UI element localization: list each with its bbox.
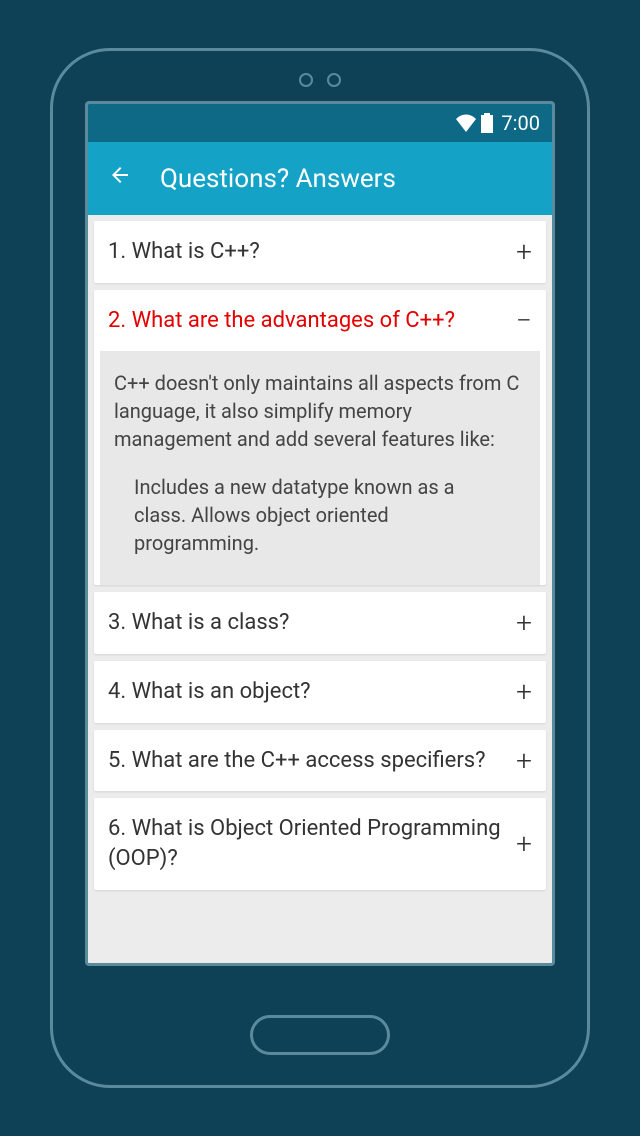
question-list[interactable]: 1. What is C++? + 2. What are the advant… [88, 215, 552, 963]
expand-icon: + [506, 238, 532, 266]
answer-paragraph: C++ doesn't only maintains all aspects f… [114, 369, 526, 453]
status-bar: 7:00 [88, 104, 552, 142]
question-item-4: 4. What is an object? + [94, 661, 546, 723]
question-text: 5. What are the C++ access specifiers? [108, 746, 506, 776]
question-item-5: 5. What are the C++ access specifiers? + [94, 730, 546, 792]
app-title: Questions? Answers [160, 164, 396, 194]
question-text: 1. What is C++? [108, 237, 506, 267]
question-item-1: 1. What is C++? + [94, 221, 546, 283]
question-header[interactable]: 4. What is an object? + [94, 661, 546, 723]
phone-speaker [299, 73, 341, 87]
question-header[interactable]: 3. What is a class? + [94, 592, 546, 654]
back-arrow-icon[interactable] [108, 163, 132, 194]
app-bar: Questions? Answers [88, 142, 552, 215]
question-text: 3. What is a class? [108, 608, 506, 638]
question-item-2: 2. What are the advantages of C++? − C++… [94, 290, 546, 586]
expand-icon: + [506, 830, 532, 858]
answer-body: C++ doesn't only maintains all aspects f… [100, 351, 540, 585]
expand-icon: + [506, 678, 532, 706]
expand-icon: + [506, 609, 532, 637]
question-header[interactable]: 2. What are the advantages of C++? − [94, 290, 546, 352]
home-button[interactable] [250, 1015, 390, 1055]
collapse-icon: − [506, 307, 532, 335]
screen: 7:00 Questions? Answers 1. What is C++? … [85, 101, 555, 966]
question-header[interactable]: 1. What is C++? + [94, 221, 546, 283]
wifi-icon [455, 114, 477, 132]
question-item-3: 3. What is a class? + [94, 592, 546, 654]
battery-icon [481, 113, 493, 133]
answer-paragraph: Includes a new datatype known as a class… [114, 453, 526, 567]
status-time: 7:00 [501, 111, 540, 135]
question-item-6: 6. What is Object Oriented Programming (… [94, 798, 546, 889]
question-header[interactable]: 5. What are the C++ access specifiers? + [94, 730, 546, 792]
expand-icon: + [506, 747, 532, 775]
question-text: 4. What is an object? [108, 677, 506, 707]
question-text: 2. What are the advantages of C++? [108, 306, 506, 336]
question-text: 6. What is Object Oriented Programming (… [108, 814, 506, 873]
phone-frame: 7:00 Questions? Answers 1. What is C++? … [50, 48, 590, 1088]
question-header[interactable]: 6. What is Object Oriented Programming (… [94, 798, 546, 889]
